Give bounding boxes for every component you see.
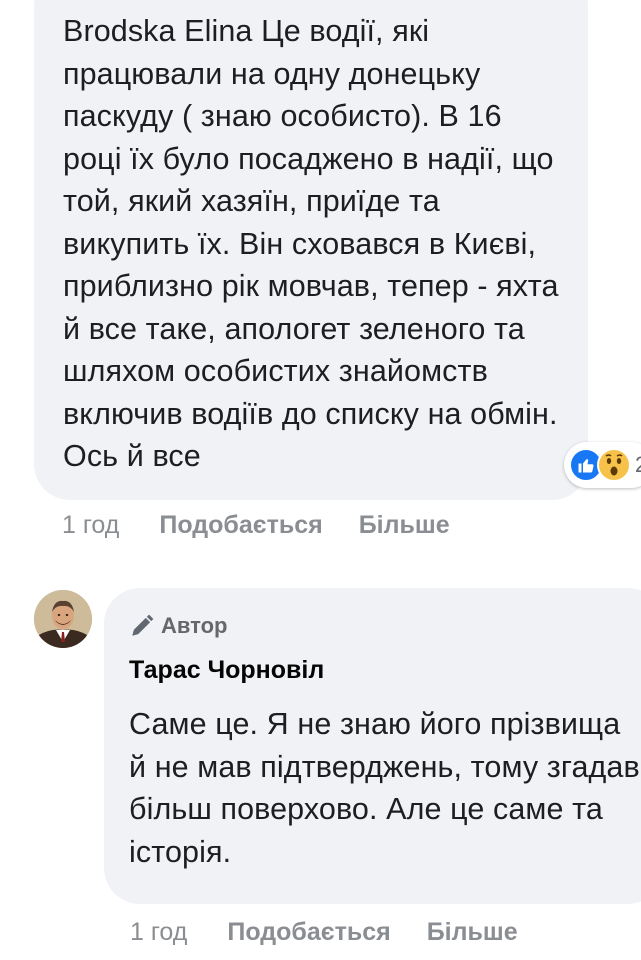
author-badge-label: Автор (161, 613, 228, 638)
like-button[interactable]: Подобається (159, 511, 322, 540)
comment-body: Це водії, які працювали на одну донецьку… (63, 14, 559, 473)
comment-bubble: Автор Тарас Чорновіл Саме це. Я не знаю … (104, 588, 641, 904)
reactions-summary[interactable]: 2 (564, 442, 641, 488)
comment-actions: 1 год Подобається Більше (130, 918, 518, 947)
author-badge: Автор (129, 608, 641, 644)
comment-actions: 1 год Подобається Більше (62, 511, 450, 540)
comment-bubble: Brodska Elina Це водії, які працювали на… (34, 0, 588, 500)
like-button[interactable]: Подобається (227, 918, 390, 947)
avatar[interactable] (34, 590, 92, 648)
wow-icon (597, 448, 631, 482)
comment-text: Brodska Elina Це водії, які працювали на… (63, 10, 564, 478)
reaction-count: 2 (635, 452, 641, 478)
more-button[interactable]: Більше (427, 918, 518, 947)
comment-body: Саме це. Я не знаю його прізвища й не ма… (129, 707, 640, 869)
commenter-name[interactable]: Тарас Чорновіл (129, 656, 641, 685)
comment-timestamp[interactable]: 1 год (62, 511, 119, 540)
pen-icon (132, 614, 154, 636)
commenter-name[interactable]: Brodska Elina (63, 14, 252, 48)
comment-timestamp[interactable]: 1 год (130, 918, 187, 947)
more-button[interactable]: Більше (359, 511, 450, 540)
